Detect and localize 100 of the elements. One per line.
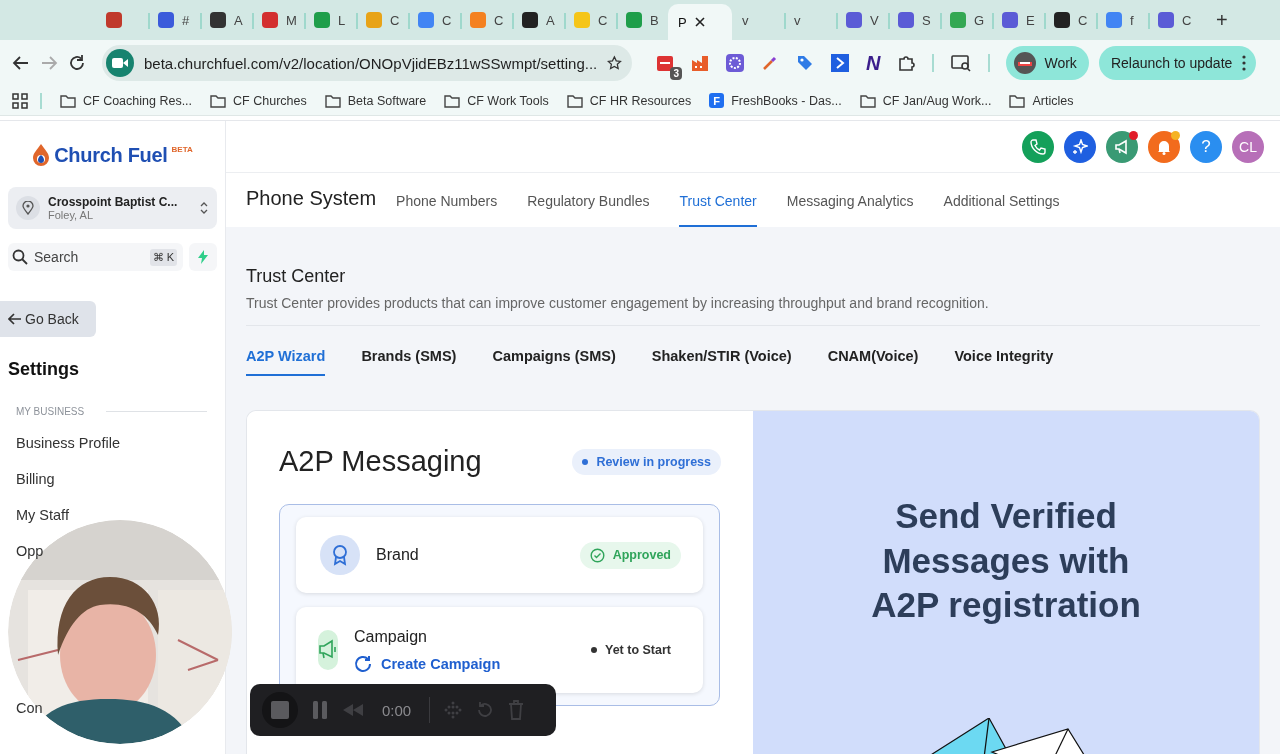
announcement-button[interactable] bbox=[1106, 130, 1138, 163]
arrow-left-icon bbox=[8, 313, 22, 325]
tab[interactable]: CNAM(Voice) bbox=[827, 348, 919, 376]
bookmark[interactable]: CF HR Resources bbox=[566, 93, 704, 108]
browser-tab[interactable]: C bbox=[1044, 4, 1096, 36]
restart-icon[interactable] bbox=[476, 701, 495, 719]
avatar-icon bbox=[1014, 52, 1037, 74]
search-field[interactable]: Search bbox=[34, 245, 144, 269]
tag-icon[interactable] bbox=[796, 54, 814, 72]
tab[interactable]: Voice Integrity bbox=[954, 348, 1054, 376]
phone-icon bbox=[1030, 138, 1046, 155]
bookmark[interactable]: CF Jan/Aug Work... bbox=[859, 93, 1004, 108]
browser-tab[interactable]: E bbox=[992, 4, 1044, 36]
phone-button[interactable] bbox=[1022, 130, 1054, 163]
new-tab-button[interactable]: + bbox=[1210, 8, 1234, 32]
sidebar-heading: Settings bbox=[8, 359, 80, 380]
puzzle-icon[interactable] bbox=[897, 54, 916, 72]
browser-tab[interactable]: A bbox=[200, 4, 252, 36]
tab[interactable]: Brands (SMS) bbox=[361, 348, 457, 376]
megaphone-icon bbox=[318, 630, 338, 670]
bookmark[interactable]: CF Coaching Res... bbox=[60, 93, 205, 108]
status-badge: Approved bbox=[579, 541, 681, 569]
browser-tab[interactable]: # bbox=[148, 4, 200, 36]
nav-tab[interactable]: Messaging Analytics bbox=[786, 193, 914, 227]
bookmark[interactable]: F FreshBooks - Das... bbox=[709, 93, 854, 108]
address-bar[interactable]: beta.churchfuel.com/v2/location/ONOpVjidEBz11wSSwmpt/setting... bbox=[102, 45, 632, 81]
browser-tab[interactable]: C bbox=[356, 4, 408, 36]
create-campaign-link[interactable]: Create Campaign bbox=[354, 654, 565, 673]
sidebar-item[interactable]: Opp bbox=[8, 543, 44, 559]
nav-tab[interactable]: Regulatory Bundles bbox=[527, 193, 650, 227]
section-label: MY BUSINESS bbox=[16, 406, 85, 417]
browser-tab[interactable]: A bbox=[512, 4, 564, 36]
folder-icon bbox=[566, 93, 583, 108]
tab[interactable]: Shaken/STIR (Voice) bbox=[651, 348, 792, 376]
tab[interactable]: A2P Wizard bbox=[246, 348, 326, 376]
browser-tab[interactable]: v bbox=[784, 4, 836, 36]
browser-tab[interactable]: B bbox=[616, 4, 668, 36]
browser-tab[interactable]: C bbox=[564, 4, 616, 36]
nav-tab[interactable]: Additional Settings bbox=[943, 193, 1060, 227]
eyedropper-icon[interactable] bbox=[761, 54, 779, 72]
browser-tab[interactable]: V bbox=[836, 4, 888, 36]
folder-icon bbox=[60, 93, 76, 108]
factory-icon[interactable] bbox=[691, 54, 709, 72]
section-description: Trust Center provides products that can improve customer engagement by increasing throughput and brand recognition. bbox=[246, 295, 1260, 326]
browser-tab[interactable]: G bbox=[940, 4, 992, 36]
sidebar-item[interactable]: Business Profile bbox=[8, 435, 120, 451]
browser-tab[interactable]: C bbox=[408, 4, 460, 36]
notifications-button[interactable] bbox=[1148, 130, 1180, 163]
location-switcher[interactable]: Crosspoint Baptist C... Foley, AL bbox=[8, 187, 217, 229]
reload-icon[interactable] bbox=[68, 54, 86, 72]
back-button[interactable]: Go Back bbox=[0, 301, 96, 337]
stop-button[interactable] bbox=[262, 692, 298, 728]
nav-tab[interactable]: Phone Numbers bbox=[396, 193, 498, 227]
search-icon bbox=[12, 249, 28, 265]
profile-button[interactable]: Work bbox=[1006, 46, 1089, 80]
apps-grid-icon[interactable] bbox=[12, 92, 28, 109]
browser-tab[interactable]: P bbox=[668, 4, 732, 40]
nav-tab[interactable]: Trust Center bbox=[679, 193, 757, 227]
browser-tab[interactable]: f bbox=[1096, 4, 1148, 36]
refresh-icon bbox=[354, 654, 372, 673]
folder-icon bbox=[444, 93, 461, 108]
sidebar-item[interactable]: Billing bbox=[8, 471, 55, 487]
bookmark[interactable]: CF Work Tools bbox=[444, 93, 561, 108]
location-place: Foley, AL bbox=[48, 209, 95, 221]
relaunch-button[interactable]: Relaunch to update bbox=[1098, 46, 1257, 80]
count-badge: 3 bbox=[670, 67, 682, 80]
sparkle-button[interactable] bbox=[1064, 130, 1096, 163]
extension-logo[interactable]: N bbox=[866, 53, 881, 73]
step-title: Campaign bbox=[354, 627, 428, 646]
browser-tab[interactable]: M bbox=[252, 4, 304, 36]
folder-icon bbox=[1009, 93, 1026, 108]
chevron-updown-icon bbox=[199, 200, 209, 216]
chevron-square-icon[interactable] bbox=[831, 54, 849, 72]
tab[interactable]: Campaigns (SMS) bbox=[492, 348, 616, 376]
beta-label: BETA bbox=[171, 145, 193, 154]
search-bar[interactable]: Search ⌘ K bbox=[8, 243, 183, 271]
star-icon[interactable] bbox=[607, 54, 622, 72]
browser-tab[interactable]: v bbox=[732, 4, 784, 36]
flame-icon bbox=[32, 143, 51, 167]
pause-icon[interactable] bbox=[312, 701, 328, 719]
ribbon-icon bbox=[320, 535, 360, 575]
folder-icon bbox=[859, 93, 876, 108]
bookmark[interactable]: CF Churches bbox=[210, 93, 319, 108]
close-icon[interactable] bbox=[694, 17, 705, 27]
browser-tab[interactable]: C bbox=[460, 4, 512, 36]
location-pin-icon bbox=[22, 201, 34, 215]
sidebar-item[interactable]: My Staff bbox=[8, 507, 69, 523]
back-icon[interactable] bbox=[12, 54, 30, 72]
sidebar-item[interactable]: Con bbox=[8, 700, 43, 716]
stop-icon bbox=[271, 701, 289, 719]
avatar-button[interactable]: CL bbox=[1232, 130, 1264, 163]
browser-tab[interactable]: C bbox=[1148, 4, 1200, 36]
bookmark[interactable]: Articles bbox=[1009, 93, 1086, 108]
megaphone-icon bbox=[1114, 138, 1130, 155]
bookmark[interactable]: Beta Software bbox=[324, 93, 439, 108]
dots-grid-icon[interactable] bbox=[444, 701, 463, 719]
browser-tab[interactable]: L bbox=[304, 4, 356, 36]
screen-search-icon[interactable] bbox=[951, 54, 972, 72]
page-title: Phone System bbox=[246, 186, 377, 210]
browser-tab[interactable]: S bbox=[888, 4, 940, 36]
